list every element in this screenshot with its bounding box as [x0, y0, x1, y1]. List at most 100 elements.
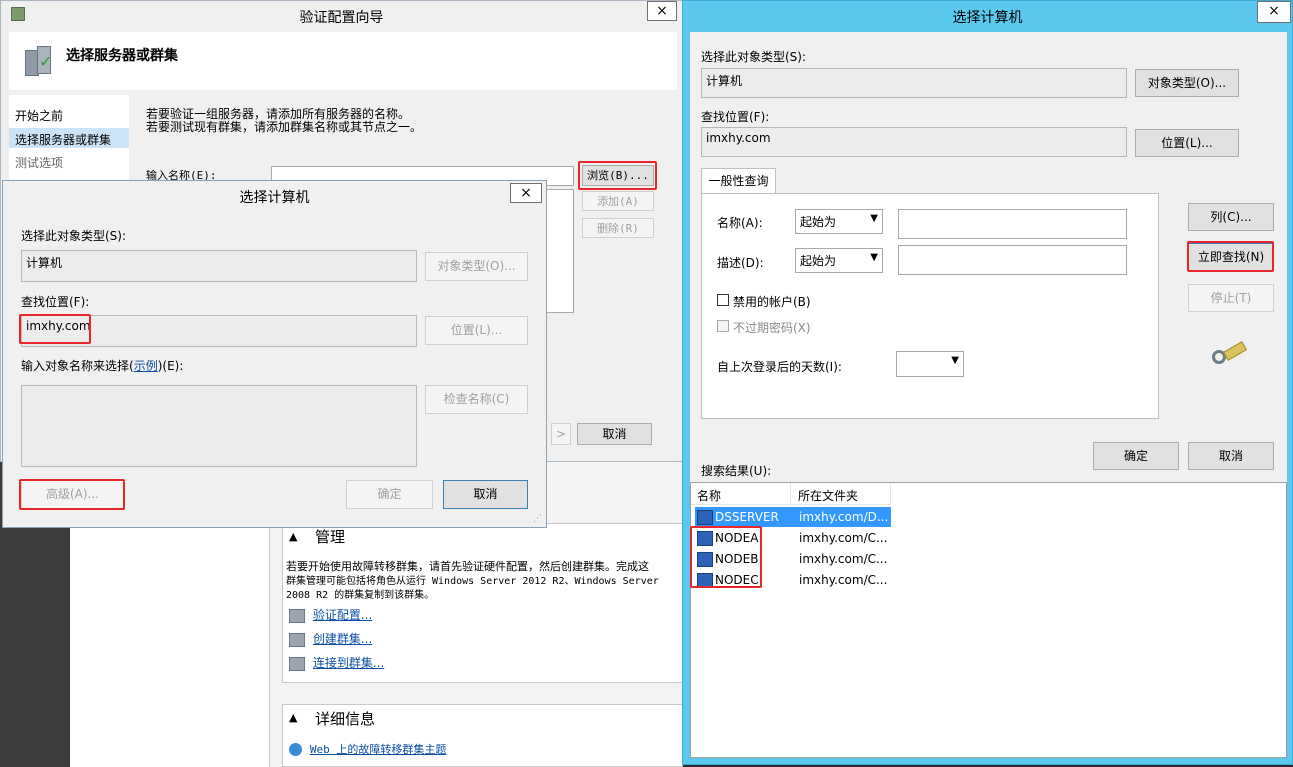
small-dialog-title: 选择计算机 — [239, 190, 310, 206]
result-folder: imxhy.com/C... — [799, 552, 888, 566]
close-icon: × — [656, 3, 668, 19]
find-now-highlight — [1187, 241, 1274, 272]
big-location-field: imxhy.com — [701, 127, 1127, 157]
details-header: 详细信息 — [315, 710, 376, 728]
nav-item-select-servers-label: 选择服务器或群集 — [15, 133, 112, 147]
chevron-down-icon: ▼ — [951, 355, 959, 366]
examples-link[interactable]: 示例 — [134, 359, 158, 373]
add-button[interactable]: 添加(A) — [582, 191, 654, 211]
details-collapse-icon[interactable]: ▲ — [289, 711, 297, 724]
small-dialog-titlebar: 选择计算机 × — [3, 181, 546, 209]
non-expiring-label: 不过期密码(X) — [733, 321, 811, 335]
result-folder: imxhy.com/C... — [799, 531, 888, 545]
disabled-accounts-label: 禁用的帐户(B) — [733, 295, 811, 309]
result-row-dsserver[interactable]: DSSERVER imxhy.com/D... — [695, 507, 891, 527]
small-check-names-button[interactable]: 检查名称(C) — [425, 385, 528, 414]
small-object-type-label: 选择此对象类型(S): — [21, 229, 127, 243]
small-enter-names-textarea[interactable] — [21, 385, 417, 467]
remove-button[interactable]: 删除(R) — [582, 218, 654, 238]
search-results-list[interactable]: 名称 所在文件夹 DSSERVER imxhy.com/D... NODEA i… — [690, 482, 1287, 758]
details-web-label[interactable]: Web 上的故障转移群集主题 — [310, 743, 447, 756]
wizard-desc-line2: 若要测试现有群集，请添加群集名称或其节点之一。 — [146, 120, 423, 134]
common-queries-tab[interactable]: 一般性查询 — [701, 168, 776, 194]
connect-cluster-label[interactable]: 连接到群集... — [313, 656, 384, 670]
query-name-input[interactable] — [898, 209, 1127, 239]
chevron-down-icon: ▼ — [870, 252, 878, 263]
big-locations-button[interactable]: 位置(L)... — [1135, 129, 1239, 157]
small-cancel-button[interactable]: 取消 — [443, 480, 528, 509]
chevron-down-icon: ▼ — [870, 213, 878, 224]
big-object-type-field: 计算机 — [701, 68, 1127, 98]
query-desc-input[interactable] — [898, 245, 1127, 275]
big-select-computer-dialog: 选择计算机 × 选择此对象类型(S): 计算机 对象类型(O)... 查找位置(… — [682, 0, 1293, 765]
cluster-icon — [289, 608, 305, 623]
wizard-titlebar: 验证配置向导 × — [1, 1, 682, 29]
connect-cluster-link[interactable]: 连接到群集... — [289, 654, 384, 671]
small-object-types-button[interactable]: 对象类型(O)... — [425, 252, 528, 281]
create-cluster-link[interactable]: 创建群集... — [289, 630, 372, 647]
columns-button[interactable]: 列(C)... — [1188, 203, 1274, 231]
wizard-header: ✓ 选择服务器或群集 — [9, 32, 677, 90]
big-dialog-title: 选择计算机 — [952, 10, 1023, 26]
days-since-logon-label: 自上次登录后的天数(I): — [717, 360, 842, 374]
validate-config-link[interactable]: 验证配置... — [289, 606, 372, 623]
query-name-mode-select[interactable]: 起始为 ▼ — [795, 209, 883, 234]
query-desc-mode-select[interactable]: 起始为 ▼ — [795, 248, 883, 273]
server-cluster-icon: ✓ — [23, 44, 55, 76]
result-folder: imxhy.com/C... — [799, 573, 888, 587]
big-location-label: 查找位置(F): — [701, 110, 770, 124]
common-queries-panel: 名称(A): 起始为 ▼ 描述(D): 起始为 ▼ 禁用的帐户(B) 不过期密码(X… — [701, 193, 1159, 419]
search-key-icon — [1210, 340, 1248, 370]
wizard-title: 验证配置向导 — [299, 10, 384, 26]
details-web-link[interactable]: Web 上的故障转移群集主题 — [289, 741, 446, 757]
query-name-label: 名称(A): — [717, 216, 763, 230]
query-desc-label: 描述(D): — [717, 256, 764, 270]
wizard-close-button[interactable]: × — [647, 1, 677, 21]
small-location-highlight — [19, 314, 91, 344]
small-location-label: 查找位置(F): — [21, 295, 90, 309]
small-enter-names-label: 输入对象名称来选择(示例)(E): — [21, 359, 184, 373]
search-results-label: 搜索结果(U): — [701, 464, 772, 478]
big-object-types-button[interactable]: 对象类型(O)... — [1135, 69, 1239, 97]
big-dialog-close-button[interactable]: × — [1257, 1, 1291, 23]
days-since-logon-select[interactable]: ▼ — [896, 351, 964, 377]
column-header-folder[interactable]: 所在文件夹 — [792, 483, 891, 505]
stop-button[interactable]: 停止(T) — [1188, 284, 1274, 312]
small-advanced-highlight — [19, 479, 125, 510]
disabled-accounts-checkbox[interactable] — [717, 294, 729, 306]
result-name: DSSERVER — [715, 510, 779, 524]
close-icon: × — [1268, 3, 1280, 19]
small-select-computer-dialog: 选择计算机 × 选择此对象类型(S): 计算机 对象类型(O)... 查找位置(… — [2, 180, 547, 528]
wizard-cancel-button[interactable]: 取消 — [577, 423, 652, 445]
cluster-icon — [289, 656, 305, 671]
manage-text-line2: 群集管理可能包括将角色从运行 Windows Server 2012 R2、Wi… — [286, 576, 659, 587]
column-header-name[interactable]: 名称 — [691, 483, 791, 505]
big-object-type-label: 选择此对象类型(S): — [701, 50, 807, 64]
small-ok-button[interactable]: 确定 — [346, 480, 433, 509]
manage-collapse-icon[interactable]: ▲ — [289, 530, 297, 543]
small-locations-button[interactable]: 位置(L)... — [425, 316, 528, 345]
big-dialog-body: 选择此对象类型(S): 计算机 对象类型(O)... 查找位置(F): imxh… — [690, 32, 1287, 758]
resize-grip-icon[interactable]: ⋰ — [533, 514, 543, 524]
nav-item-before-you-begin[interactable]: 开始之前 — [15, 107, 63, 124]
manage-section: ▲ 管理 若要开始使用故障转移群集，请首先验证硬件配置，然后创建群集。完成这 群… — [282, 523, 683, 683]
big-ok-button[interactable]: 确定 — [1093, 442, 1179, 470]
nav-item-select-servers[interactable]: 选择服务器或群集 — [9, 128, 129, 148]
next-button[interactable]: > — [551, 423, 571, 445]
big-cancel-button[interactable]: 取消 — [1188, 442, 1274, 470]
results-header: 名称 所在文件夹 — [691, 483, 891, 505]
create-cluster-label[interactable]: 创建群集... — [313, 632, 372, 646]
small-object-type-field: 计算机 — [21, 250, 417, 282]
small-dialog-close-button[interactable]: × — [510, 183, 542, 203]
globe-icon — [289, 743, 302, 756]
wizard-heading: 选择服务器或群集 — [66, 48, 178, 64]
manage-text-line3: 2008 R2 的群集复制到该群集。 — [286, 590, 435, 601]
computer-icon — [697, 510, 713, 525]
nodes-highlight — [690, 526, 762, 588]
nav-item-test-options[interactable]: 测试选项 — [15, 154, 63, 171]
validate-config-label[interactable]: 验证配置... — [313, 608, 372, 622]
cluster-icon — [289, 632, 305, 647]
browse-highlight — [578, 161, 657, 190]
close-icon: × — [520, 185, 532, 201]
non-expiring-checkbox[interactable] — [717, 320, 729, 332]
